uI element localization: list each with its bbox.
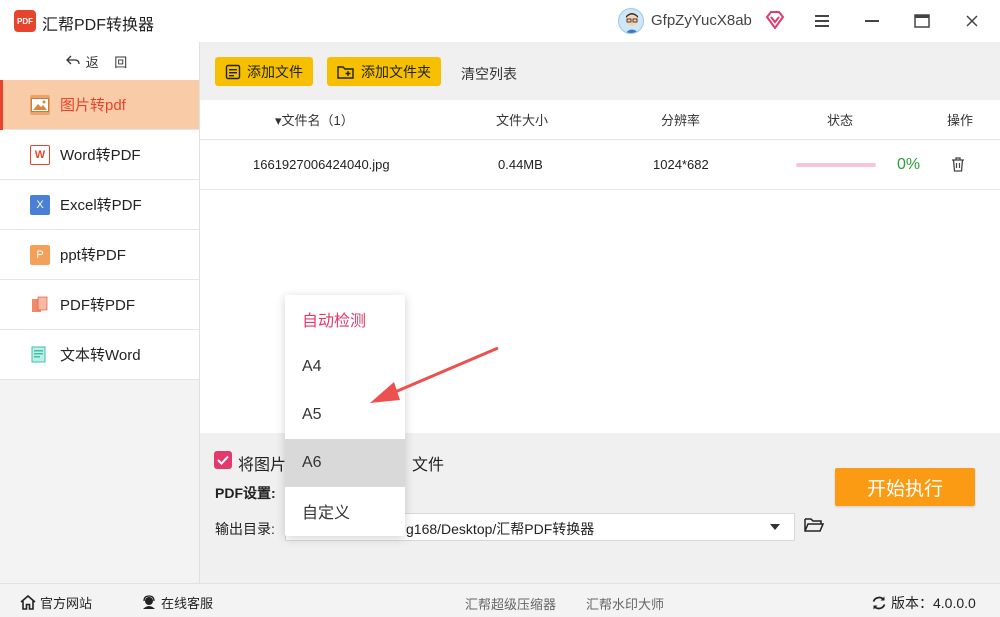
version-info[interactable]: 版本：4.0.0.0: [871, 593, 976, 613]
sidebar: 返 回 图片转pdf W Word转PDF X Excel转PDF P ppt转…: [0, 42, 200, 583]
add-folder-label: 添加文件夹: [361, 63, 431, 80]
back-button[interactable]: 返 回: [0, 42, 199, 80]
excel-icon: X: [30, 194, 50, 215]
back-label: 返 回: [85, 54, 134, 70]
menu-icon[interactable]: [810, 9, 834, 33]
sidebar-item-label: ppt转PDF: [60, 247, 126, 264]
file-name: 1661927006424040.jpg: [253, 157, 390, 172]
header-status: 状态: [827, 113, 854, 128]
online-support-link[interactable]: 在线客服: [141, 593, 213, 612]
add-file-icon: [225, 64, 241, 79]
toolbar: 添加文件 添加文件夹 清空列表: [200, 42, 1000, 100]
official-website-link[interactable]: 官方网站: [20, 593, 92, 612]
minimize-icon[interactable]: [860, 9, 884, 33]
sidebar-item-pdf-to-pdf[interactable]: PDF转PDF: [0, 280, 199, 330]
add-file-label: 添加文件: [247, 63, 303, 80]
app-title: 汇帮PDF转换器: [42, 17, 155, 34]
sidebar-item-word-to-pdf[interactable]: W Word转PDF: [0, 130, 199, 180]
file-size: 0.44MB: [498, 157, 543, 172]
title-bar: PDF 汇帮PDF转换器 GfpZyYucX8ab: [0, 0, 1000, 42]
watermark-link[interactable]: 汇帮水印大师: [586, 594, 664, 613]
check-icon: [217, 455, 229, 465]
sidebar-item-ppt-to-pdf[interactable]: P ppt转PDF: [0, 230, 199, 280]
header-resolution: 分辨率: [661, 113, 701, 128]
avatar[interactable]: [618, 8, 644, 34]
merge-checkbox[interactable]: [214, 451, 232, 469]
chevron-down-icon: [770, 524, 780, 530]
maximize-icon[interactable]: [910, 9, 934, 33]
progress-percent: 0%: [897, 155, 921, 173]
sidebar-item-text-to-word[interactable]: 文本转Word: [0, 330, 199, 380]
add-folder-button[interactable]: 添加文件夹: [327, 57, 441, 86]
ppt-icon: P: [30, 244, 50, 265]
progress-fill: [796, 163, 876, 167]
clear-list-button[interactable]: 清空列表: [461, 64, 517, 84]
header-filename[interactable]: ▾文件名（1）: [275, 100, 354, 139]
sidebar-item-image-to-pdf[interactable]: 图片转pdf: [0, 80, 199, 130]
add-folder-icon: [337, 65, 354, 79]
annotation-arrow-icon: [370, 346, 499, 403]
table-header: ▾文件名（1） 文件大小 分辨率 状态 操作: [200, 100, 1000, 140]
progress-bar: [796, 163, 876, 167]
start-button[interactable]: 开始执行: [835, 468, 975, 506]
sidebar-item-label: 文本转Word: [60, 347, 141, 364]
sidebar-item-label: Word转PDF: [60, 147, 141, 164]
pdf-settings-label: PDF设置:: [215, 485, 276, 501]
word-icon: W: [30, 144, 50, 165]
header-filesize: 文件大小: [496, 113, 549, 128]
pdf-icon: [30, 295, 50, 315]
add-file-button[interactable]: 添加文件: [215, 57, 313, 86]
support-icon: [143, 595, 155, 609]
dropdown-option-auto[interactable]: 自动检测: [285, 295, 405, 343]
vip-diamond-icon[interactable]: [765, 11, 785, 30]
sidebar-item-excel-to-pdf[interactable]: X Excel转PDF: [0, 180, 199, 230]
sidebar-item-label: 图片转pdf: [60, 97, 126, 114]
folder-open-icon[interactable]: [804, 517, 825, 536]
home-icon: [20, 595, 36, 610]
page-size-dropdown[interactable]: 自动检测 A4 A5 A6 自定义: [285, 295, 405, 536]
username[interactable]: GfpZyYucX8ab: [651, 12, 752, 29]
compressor-link[interactable]: 汇帮超级压缩器: [465, 594, 556, 613]
close-icon[interactable]: [960, 9, 984, 33]
app-logo-icon: PDF: [14, 10, 36, 32]
dropdown-option-a6[interactable]: A6: [285, 439, 405, 487]
refresh-icon: [872, 596, 886, 610]
output-path: g168/Desktop/汇帮PDF转换器: [406, 521, 595, 537]
delete-icon[interactable]: [951, 140, 965, 189]
back-arrow-icon: [65, 55, 80, 65]
dropdown-option-custom[interactable]: 自定义: [285, 487, 405, 535]
sidebar-item-label: PDF转PDF: [60, 297, 136, 314]
table-row[interactable]: 1661927006424040.jpg 0.44MB 1024*682 0%: [200, 140, 1000, 190]
image-icon: [30, 94, 50, 115]
file-resolution: 1024*682: [653, 157, 709, 172]
text-icon: [30, 345, 50, 365]
footer: 官方网站 在线客服 汇帮超级压缩器 汇帮水印大师 版本：4.0.0.0: [0, 583, 1000, 617]
output-dir-label: 输出目录:: [215, 521, 275, 537]
header-action: 操作: [947, 113, 974, 128]
sidebar-item-label: Excel转PDF: [60, 197, 142, 214]
